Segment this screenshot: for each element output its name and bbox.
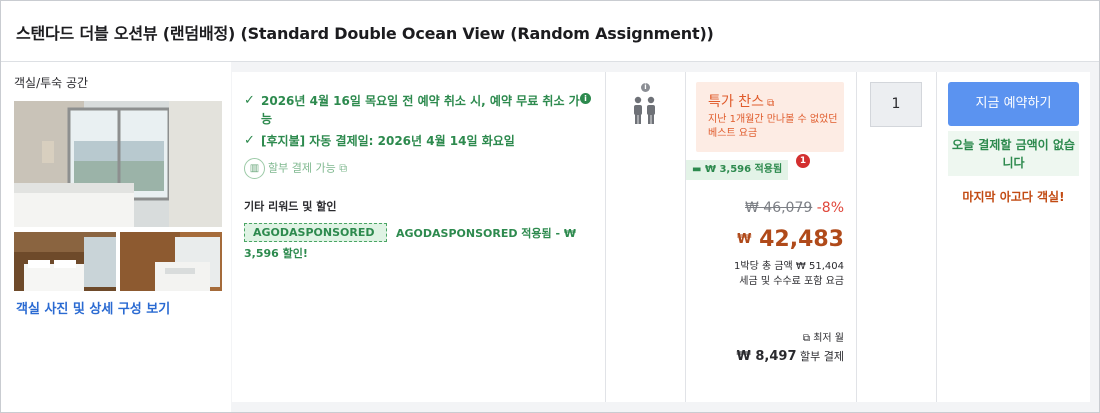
installment-icon: ▥ — [244, 158, 265, 179]
room-header: 스탠다드 더블 오션뷰 (랜덤배정) (Standard Double Ocea… — [1, 1, 1099, 62]
original-price: ₩ 46,079 -8% — [745, 200, 844, 216]
room-photo-main[interactable] — [14, 101, 222, 227]
room-photo-thumb-2[interactable] — [120, 232, 222, 291]
promo-code-tag: AGODASPONSORED — [244, 223, 388, 242]
room-body: 객실/투숙 공간 객실 사진 및 상세 구성 보기 ✓ 2026년 4월 16일… — [1, 62, 1099, 412]
price-column: 특가 찬스 ⧉ 지난 1개월간 만나볼 수 없었던 베스트 요금 ▬ ₩ 3,5… — [686, 72, 857, 402]
occupancy-column: i — [606, 72, 686, 402]
no-payment-today-note: 오늘 결제할 금액이 없습니다 — [948, 131, 1079, 176]
tax-note: 세금 및 수수료 포함 요금 — [739, 276, 844, 287]
info-icon[interactable]: i — [580, 93, 591, 104]
room-gallery: 객실/투숙 공간 객실 사진 및 상세 구성 보기 — [1, 62, 231, 412]
room-title: 스탠다드 더블 오션뷰 (랜덤배정) (Standard Double Ocea… — [16, 24, 714, 43]
last-room-alert: 마지막 아고다 객실! — [962, 190, 1065, 204]
quantity-column: 1 — [857, 72, 937, 402]
room-quantity-select[interactable]: 1 — [870, 82, 922, 127]
monthly-value: ₩ 8,497 — [736, 349, 797, 364]
room-photos-link[interactable]: 객실 사진 및 상세 구성 보기 — [16, 298, 170, 317]
monthly-payment: ₩ 8,497 할부 결제 — [737, 348, 844, 364]
postpaid-text: [후지불] 자동 결제일: 2026년 4월 14일 화요일 — [261, 134, 515, 148]
installment-text: 할부 결제 가능 — [268, 161, 336, 175]
coupon-applied-badge[interactable]: ▬ ₩ 3,596 적용됨 — [686, 160, 789, 180]
check-icon: ✓ — [244, 133, 255, 148]
currency-symbol: ₩ — [737, 232, 752, 247]
postpaid-policy: ✓ [후지불] 자동 결제일: 2026년 4월 14일 화요일 — [244, 132, 584, 150]
external-link-icon: ⧉ — [335, 161, 348, 175]
free-cancel-policy: ✓ 2026년 4월 16일 목요일 전 예약 취소 시, 예약 무료 취소 가… — [244, 92, 584, 128]
room-category: 객실/투숙 공간 — [14, 76, 89, 90]
book-now-button[interactable]: 지금 예약하기 — [948, 82, 1079, 126]
external-link-icon: ⧉ — [802, 333, 811, 344]
occupancy-info-icon[interactable]: i — [641, 83, 650, 92]
rewards-title: 기타 리워드 및 할인 — [244, 200, 337, 213]
policy-column: ✓ 2026년 4월 16일 목요일 전 예약 취소 시, 예약 무료 취소 가… — [232, 72, 606, 402]
two-adults-icon — [632, 96, 658, 130]
special-deal-title: 특가 찬스 ⧉ — [708, 94, 775, 110]
original-price-value: ₩ 46,079 — [745, 200, 813, 216]
price-details: 1박당 총 금액 ₩ 51,404 세금 및 수수료 포함 요금 — [734, 259, 844, 289]
monthly-label: ⧉ 최저 월 — [802, 333, 844, 344]
final-price-value: 42,483 — [759, 227, 844, 252]
installment-option[interactable]: ▥ 할부 결제 가능 ⧉ — [244, 158, 347, 179]
check-icon: ✓ — [244, 93, 255, 108]
room-photo-thumb-1[interactable] — [14, 232, 116, 291]
coupon-count-badge: 1 — [796, 154, 810, 168]
free-cancel-text: 2026년 4월 16일 목요일 전 예약 취소 시, 예약 무료 취소 가능 — [261, 94, 580, 126]
booking-column: 지금 예약하기 오늘 결제할 금액이 없습니다 마지막 아고다 객실! — [937, 72, 1090, 402]
special-deal-box: 특가 찬스 ⧉ 지난 1개월간 만나볼 수 없었던 베스트 요금 — [696, 82, 844, 152]
room-offer-card: 스탠다드 더블 오션뷰 (랜덤배정) (Standard Double Ocea… — [0, 0, 1100, 413]
coupon-icon: ▬ — [692, 164, 702, 175]
special-deal-subtitle: 지난 1개월간 만나볼 수 없었던 베스트 요금 — [708, 114, 838, 139]
per-night-total: 1박당 총 금액 ₩ 51,404 — [734, 261, 844, 272]
monthly-suffix: 할부 결제 — [800, 350, 844, 363]
discount-percent: -8% — [816, 200, 844, 216]
final-price: ₩ 42,483 — [737, 227, 844, 252]
external-link-icon: ⧉ — [763, 98, 775, 109]
